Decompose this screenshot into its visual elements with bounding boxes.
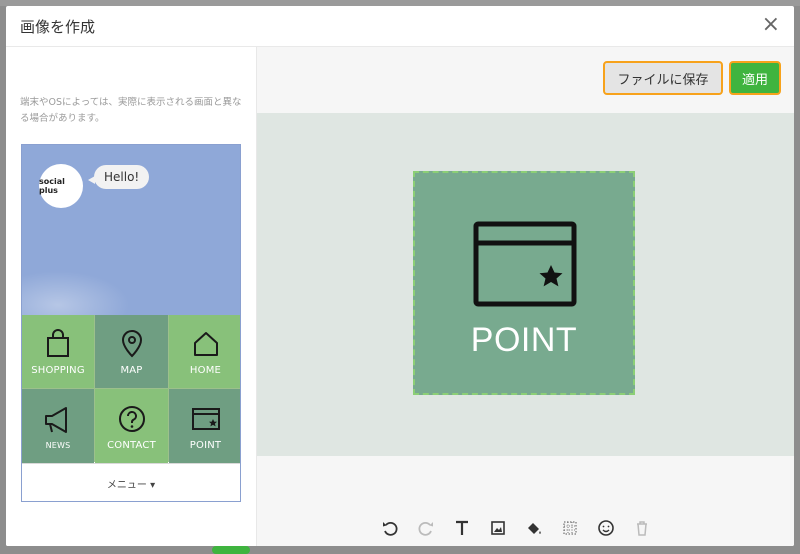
tile-label: CONTACT <box>107 439 156 451</box>
home-icon <box>193 332 218 356</box>
image-icon[interactable] <box>487 517 509 539</box>
create-image-modal: 画像を作成 × 端末やOSによっては、実際に表示される画面と異なる場合があります… <box>6 6 794 546</box>
save-to-file-button[interactable]: ファイルに保存 <box>603 61 723 95</box>
cloud-decoration <box>22 265 142 315</box>
shopping-bag-icon <box>47 329 69 357</box>
editor-panel: ファイルに保存 適用 POINT <box>257 47 794 546</box>
tile-label: HOME <box>189 365 222 376</box>
tile-news[interactable]: NEWS <box>22 389 94 463</box>
background-toggle <box>212 546 250 554</box>
modal-title: 画像を作成 <box>20 18 96 36</box>
greeting-bubble: Hello! <box>87 165 150 189</box>
editor-toolbar <box>379 517 653 539</box>
tile-label: SHOPPING <box>31 365 85 376</box>
fill-icon[interactable] <box>523 517 545 539</box>
emoji-icon[interactable] <box>595 517 617 539</box>
tile-text[interactable]: POINT <box>415 321 633 360</box>
tile-contact[interactable]: CONTACT <box>95 389 168 463</box>
point-card-icon <box>191 407 220 430</box>
menu-toggle[interactable]: メニュー ▾ <box>22 463 240 501</box>
modal-header: 画像を作成 × <box>6 6 794 47</box>
tile-label: MAP <box>120 365 143 376</box>
text-icon[interactable] <box>451 517 473 539</box>
question-icon <box>118 405 145 432</box>
tile-map[interactable]: MAP <box>95 315 168 388</box>
point-card-icon <box>473 221 577 307</box>
apply-button[interactable]: 適用 <box>729 61 781 95</box>
undo-icon[interactable] <box>379 517 401 539</box>
map-pin-icon <box>121 329 142 358</box>
editable-tile[interactable]: POINT <box>413 171 635 395</box>
preview-panel: 端末やOSによっては、実際に表示される画面と異なる場合があります。 social… <box>6 47 256 546</box>
social-plus-logo: social plus <box>39 164 83 208</box>
phone-preview: social plus Hello! SHOPPING MAP HOME NEW… <box>21 144 241 502</box>
trash-icon[interactable] <box>631 517 653 539</box>
megaphone-icon <box>45 406 67 433</box>
tile-shopping[interactable]: SHOPPING <box>22 315 94 388</box>
device-notice: 端末やOSによっては、実際に表示される画面と異なる場合があります。 <box>20 97 242 124</box>
tile-label: NEWS <box>45 440 71 450</box>
rich-menu-grid: SHOPPING MAP HOME NEWS CONTACT POINT <box>22 315 240 463</box>
tile-point[interactable]: POINT <box>169 389 240 463</box>
redo-icon[interactable] <box>415 517 437 539</box>
tile-home[interactable]: HOME <box>169 315 240 388</box>
preview-header-area: social plus Hello! <box>22 145 240 315</box>
close-icon[interactable]: × <box>762 12 780 37</box>
grid-icon[interactable] <box>559 517 581 539</box>
editor-canvas: POINT <box>257 113 794 456</box>
tile-label: POINT <box>189 439 222 451</box>
